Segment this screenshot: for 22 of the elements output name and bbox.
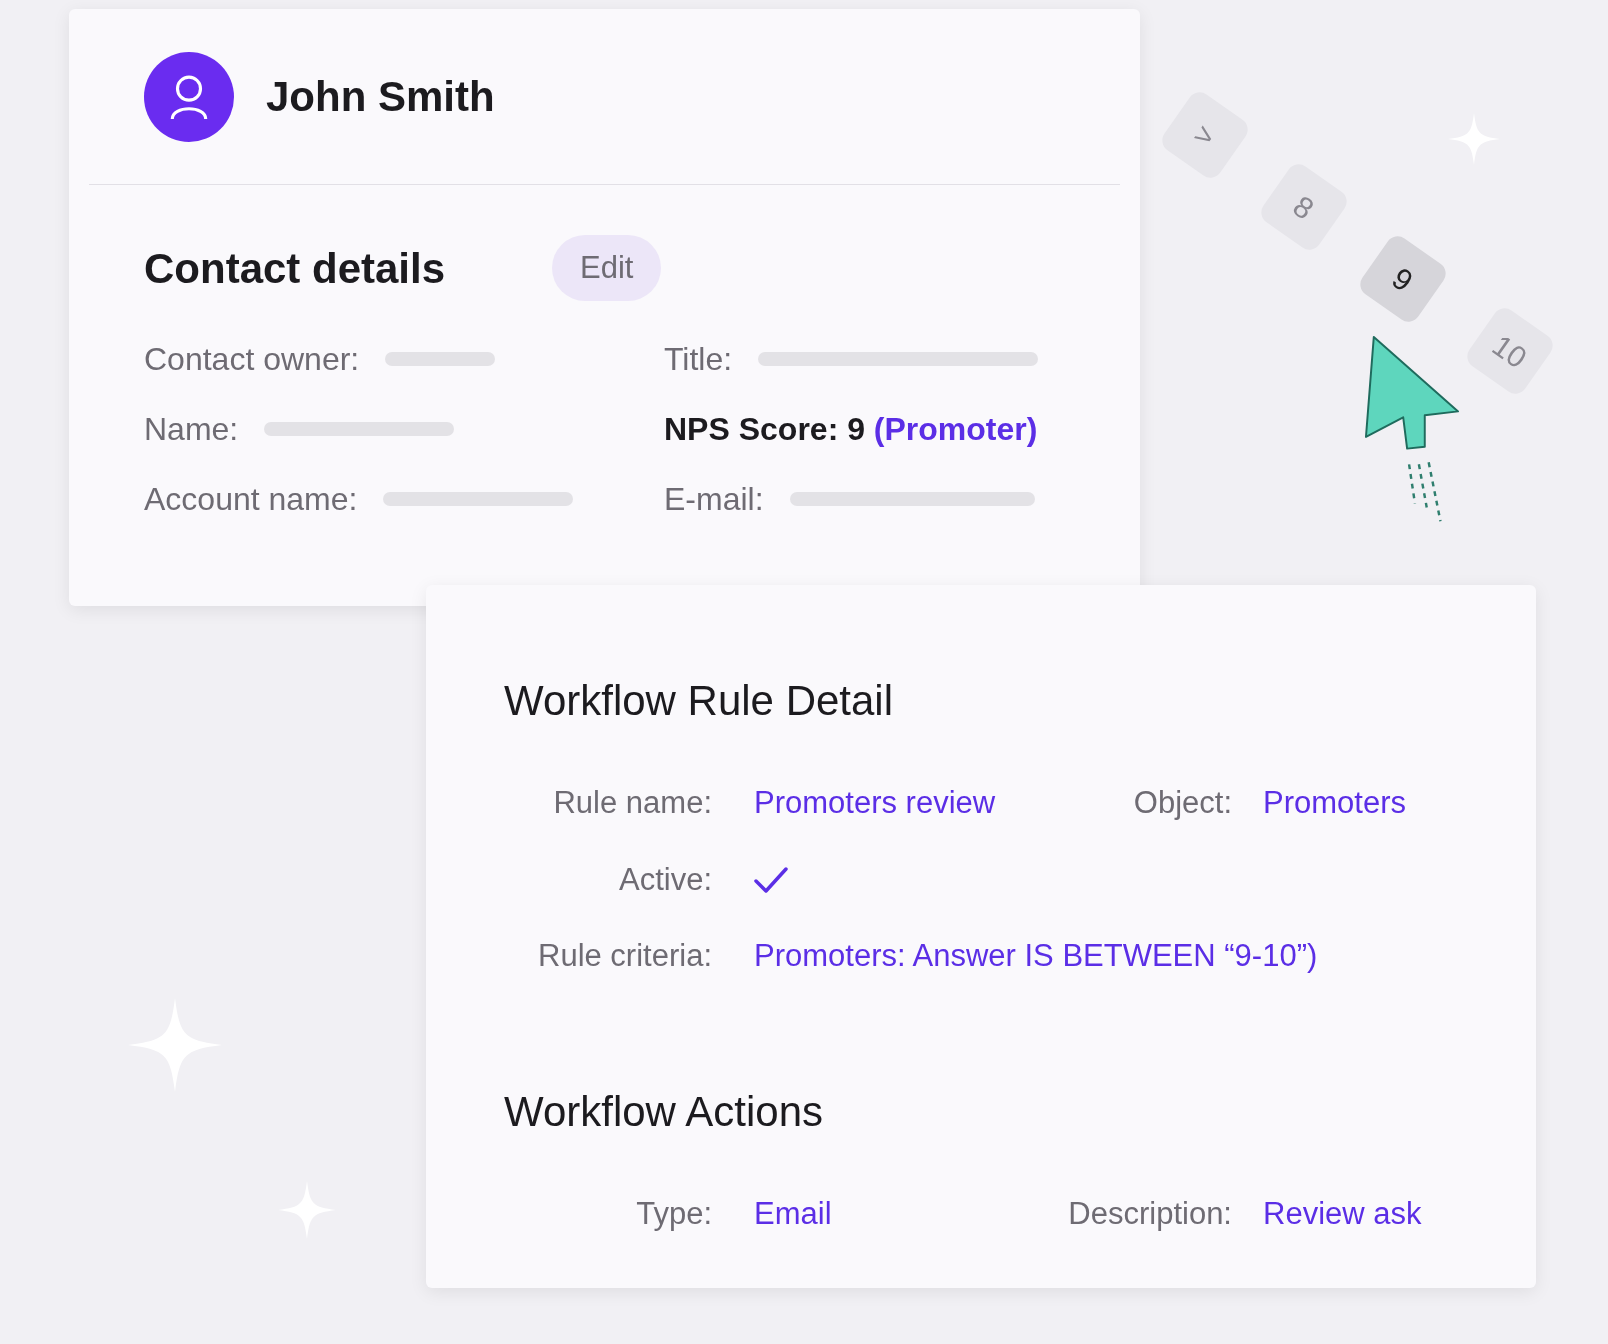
section-title: Workflow Actions xyxy=(504,1086,824,1137)
field-label: Account name: xyxy=(144,480,358,519)
field-label: Title: xyxy=(664,340,733,379)
field-label: Object: xyxy=(1132,784,1232,822)
field-label: E-mail: xyxy=(664,480,764,519)
field-label: Name: xyxy=(144,410,239,449)
field-value: Promoters xyxy=(1263,784,1406,822)
section-title: Workflow Rule Detail xyxy=(504,676,894,726)
field-label: Rule criteria: xyxy=(537,937,712,975)
field-label: Type: xyxy=(635,1194,712,1233)
section-title: Contact details xyxy=(144,243,447,294)
edit-button[interactable]: Edit xyxy=(552,235,662,301)
field-label: Active: xyxy=(617,860,712,899)
field-value: Review ask xyxy=(1263,1194,1422,1233)
field-label: Description: xyxy=(1067,1194,1232,1233)
field-value: Email xyxy=(754,1194,833,1233)
field-value: Promoters: Answer IS BETWEEN “9-10”) xyxy=(754,937,1318,975)
field-label: Contact owner: xyxy=(144,340,360,379)
nps-score: NPS Score: 9 (Promoter) xyxy=(664,410,1038,449)
field-label: Rule name: xyxy=(552,784,712,822)
field-value: Promoters review xyxy=(754,784,997,822)
contact-name: John Smith xyxy=(266,72,495,122)
